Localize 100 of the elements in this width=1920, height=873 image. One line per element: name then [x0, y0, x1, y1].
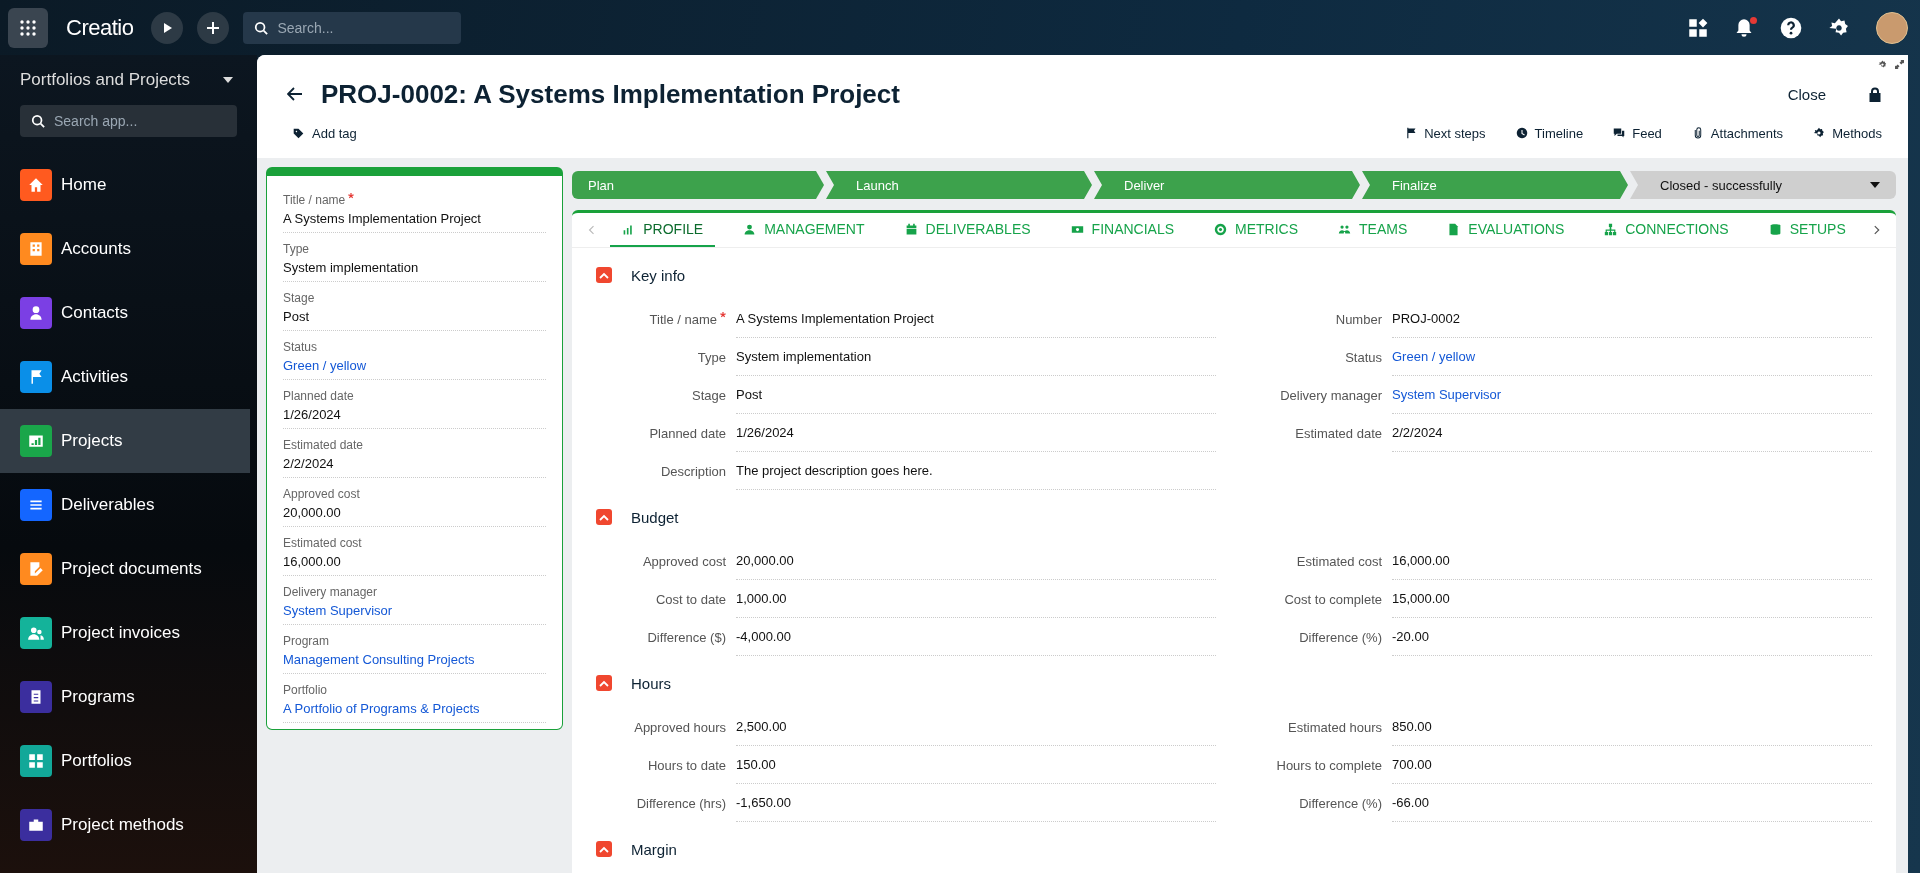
app-search-field[interactable]: Search app...	[20, 105, 237, 137]
chevron-up-icon	[599, 513, 609, 521]
field-value: A Systems Implementation Project	[736, 300, 1216, 338]
sidebar-item[interactable]: Project methods	[0, 793, 250, 857]
chevron-right-icon[interactable]	[1873, 224, 1880, 236]
field-label: Delivery manager	[1279, 387, 1382, 403]
field-label: Stage	[283, 291, 316, 305]
sidebar-item[interactable]: Home	[0, 153, 250, 217]
field-label: Planned date	[648, 425, 726, 441]
add-tag-button[interactable]: Add tag	[287, 125, 357, 141]
sidebar-item[interactable]: Portfolios	[0, 729, 250, 793]
field-label: Approved cost	[641, 553, 726, 569]
field-value: The project description goes here.	[736, 452, 1216, 490]
app-menu-button[interactable]	[8, 7, 48, 48]
field-label: Stage	[691, 387, 726, 403]
collapse-button[interactable]	[596, 267, 612, 283]
grid-menu-icon	[19, 18, 37, 37]
field-label: Number	[1334, 311, 1382, 327]
field-value: -1,650.00	[736, 784, 1216, 822]
workspace-name[interactable]: Portfolios and Projects	[20, 70, 191, 90]
hierarchy-icon	[1604, 222, 1618, 236]
field-label: Type	[283, 242, 310, 256]
sidebar-item[interactable]: Deliverables	[0, 473, 250, 537]
field-value: -20.00	[1392, 618, 1872, 656]
database-icon	[1768, 222, 1782, 236]
field-label: Status	[1344, 349, 1382, 365]
sidebar-item[interactable]: Contacts	[0, 281, 250, 345]
section-title: Budget	[631, 508, 679, 526]
field-link[interactable]: Green / yellow	[283, 358, 546, 373]
field-value: 20,000.00	[736, 542, 1216, 580]
logo[interactable]: Creatio	[66, 14, 134, 41]
required-asterisk-icon	[348, 193, 355, 199]
field-link[interactable]: Green / yellow	[1392, 338, 1872, 376]
section-title: Hours	[631, 674, 671, 692]
back-arrow-icon[interactable]	[287, 87, 303, 101]
field-link[interactable]: System Supervisor	[283, 603, 546, 618]
field-label: Title / name	[283, 193, 546, 207]
field-label: Cost to complete	[1283, 591, 1382, 607]
search-field[interactable]: Search...	[243, 11, 462, 44]
collapse-button[interactable]	[596, 841, 612, 857]
field-label: Estimated cost	[1295, 553, 1382, 569]
flag-icon	[1405, 127, 1418, 139]
field-value: 16,000.00	[283, 554, 342, 569]
field-label: Difference (%)	[1298, 795, 1382, 811]
caret-icon	[1870, 182, 1880, 188]
field-link[interactable]: System Supervisor	[1392, 376, 1872, 414]
apps-icon[interactable]	[1688, 17, 1708, 38]
gear-icon[interactable]	[1878, 60, 1887, 69]
help-icon[interactable]	[1780, 16, 1802, 39]
field-label: Estimated cost	[283, 536, 363, 550]
field-label: Program	[283, 634, 330, 648]
field-value: Post	[283, 309, 310, 324]
expand-icon[interactable]	[1895, 60, 1904, 69]
field-value: 1/26/2024	[736, 414, 1216, 452]
field-label: Title / name	[596, 311, 726, 327]
run-button[interactable]	[151, 11, 184, 44]
tab[interactable]: PROFILE	[610, 213, 716, 247]
collapse-button[interactable]	[596, 675, 612, 691]
field-value: System implementation	[283, 260, 420, 275]
field-label: Description	[659, 463, 726, 479]
field-value: Post	[736, 376, 1216, 414]
notifications-button[interactable]	[1734, 17, 1754, 38]
field-value: 16,000.00	[1392, 542, 1872, 580]
field-value: 700.00	[1392, 746, 1872, 784]
field-link[interactable]: Management Consulting Projects	[283, 652, 546, 667]
field-label: Difference (%)	[1298, 629, 1382, 645]
collapse-button[interactable]	[596, 509, 612, 525]
stage-step[interactable]: Closed - successfully	[1630, 171, 1896, 199]
chevron-up-icon	[599, 679, 609, 687]
add-button[interactable]	[197, 11, 230, 44]
field-value: -4,000.00	[736, 618, 1216, 656]
field-label: Difference ($)	[646, 629, 726, 645]
lock-icon[interactable]	[1868, 86, 1882, 102]
field-label: Cost to date	[654, 591, 726, 607]
sidebar-item[interactable]: Programs	[0, 665, 250, 729]
play-icon	[161, 21, 174, 34]
sidebar-item[interactable]: Activities	[0, 345, 250, 409]
required-asterisk-icon	[720, 311, 726, 318]
field-value: 1/26/2024	[283, 407, 342, 422]
avatar[interactable]	[1876, 11, 1908, 44]
field-label: Hours to complete	[1275, 757, 1382, 773]
close-button[interactable]: Close	[1781, 84, 1832, 104]
field-link[interactable]: A Portfolio of Programs & Projects	[283, 701, 546, 716]
caret-icon[interactable]	[223, 77, 233, 83]
field-label: Type	[696, 349, 726, 365]
action-button[interactable]: Timeline	[1515, 125, 1584, 141]
sidebar-item[interactable]: Accounts	[0, 217, 250, 281]
field-value: 2/2/2024	[1392, 414, 1872, 452]
document-icon	[1447, 222, 1461, 236]
sidebar-item[interactable]: Projects	[0, 409, 250, 473]
person-icon	[743, 222, 757, 236]
sidebar-item[interactable]: Project invoices	[0, 601, 250, 665]
action-button[interactable]: Methods	[1813, 125, 1882, 141]
search-icon	[31, 114, 45, 128]
sidebar-item[interactable]: Project documents	[0, 537, 250, 601]
target-icon	[1214, 222, 1228, 236]
calendar-icon	[904, 222, 918, 236]
action-button[interactable]: Feed	[1613, 125, 1662, 141]
action-button[interactable]: Next steps	[1405, 125, 1486, 141]
action-button[interactable]: Attachments	[1691, 125, 1784, 141]
